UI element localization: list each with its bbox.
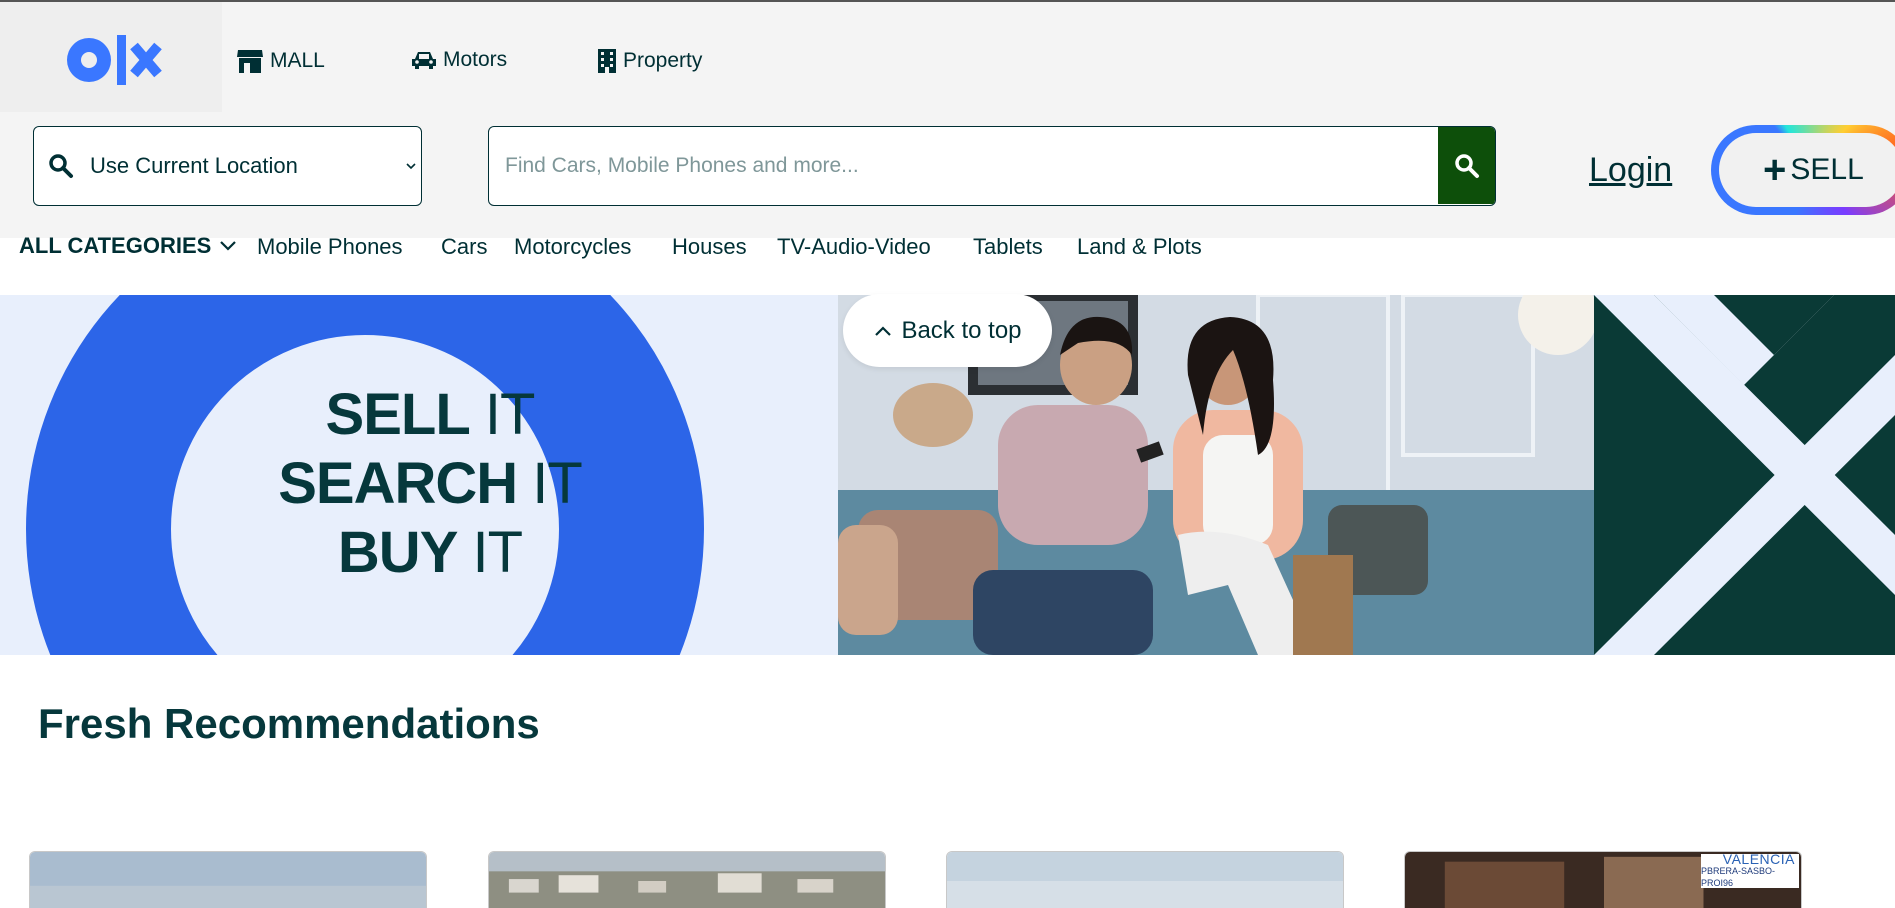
category-mobile-phones[interactable]: Mobile Phones xyxy=(257,234,403,260)
tagline-buy: BUY xyxy=(337,520,458,585)
listing-card[interactable] xyxy=(29,851,427,908)
building-icon xyxy=(598,49,616,73)
watermark-line1: VALENCIA xyxy=(1722,851,1795,867)
search-input[interactable] xyxy=(505,127,1435,204)
category-tv-audio-video[interactable]: TV-Audio-Video xyxy=(777,234,931,260)
category-houses[interactable]: Houses xyxy=(672,234,747,260)
listing-image xyxy=(489,852,885,908)
listing-image xyxy=(947,852,1343,908)
logo-area xyxy=(0,2,222,112)
tagline-search: SEARCH xyxy=(278,451,518,516)
category-cars[interactable]: Cars xyxy=(441,234,487,260)
banner-tagline: SELL IT SEARCH IT BUY IT xyxy=(200,380,660,587)
all-categories-label: ALL CATEGORIES xyxy=(19,233,212,258)
banner-tagline-panel: SELL IT SEARCH IT BUY IT xyxy=(0,295,838,655)
search-icon xyxy=(1454,153,1479,178)
plus-icon: + xyxy=(1763,148,1787,192)
tagline-sell-rest: IT xyxy=(469,382,536,447)
chevron-down-icon xyxy=(406,163,416,170)
page: MALL Motors Property Use Current Locatio… xyxy=(0,0,1895,908)
listing-watermark: VALENCIA PBRERA-SASBO-PROI96 xyxy=(1701,851,1799,888)
location-value: Use Current Location xyxy=(90,153,298,178)
search-icon xyxy=(49,154,73,178)
all-categories-dropdown[interactable]: ALL CATEGORIES xyxy=(19,233,237,259)
category-motorcycles[interactable]: Motorcycles xyxy=(514,234,631,260)
location-select[interactable]: Use Current Location xyxy=(33,126,422,206)
olx-logo[interactable] xyxy=(66,32,162,88)
watermark-line2: PBRERA-SASBO-PROI96 xyxy=(1701,866,1776,888)
nav-property[interactable]: Property xyxy=(597,48,702,74)
sell-button[interactable]: + SELL xyxy=(1711,125,1895,215)
login-link[interactable]: Login xyxy=(1589,151,1672,190)
listing-card[interactable]: VALENCIA PBRERA-SASBO-PROI96 xyxy=(1404,851,1802,908)
search-button[interactable] xyxy=(1438,127,1495,204)
search-bar xyxy=(488,126,1496,206)
nav-mall-label: MALL xyxy=(270,49,325,72)
nav-property-label: Property xyxy=(623,49,703,72)
car-icon xyxy=(412,52,436,69)
category-tablets[interactable]: Tablets xyxy=(973,234,1043,260)
tagline-buy-rest: IT xyxy=(457,520,524,585)
back-to-top-label: Back to top xyxy=(901,316,1022,344)
category-land-plots[interactable]: Land & Plots xyxy=(1077,234,1202,260)
nav-mall[interactable]: MALL xyxy=(236,48,325,74)
section-title: Fresh Recommendations xyxy=(38,700,540,747)
store-icon xyxy=(237,50,263,73)
banner-brand-panel xyxy=(1594,295,1895,655)
listing-card[interactable] xyxy=(488,851,886,908)
sell-button-inner[interactable]: + SELL xyxy=(1719,133,1895,207)
back-to-top-button[interactable]: Back to top xyxy=(843,294,1052,367)
nav-motors[interactable]: Motors xyxy=(411,48,507,72)
x-shape-graphic xyxy=(1594,295,1895,655)
tagline-search-rest: IT xyxy=(517,451,583,516)
sell-label: SELL xyxy=(1790,153,1864,186)
chevron-down-icon xyxy=(220,241,237,251)
chevron-up-icon xyxy=(875,325,892,336)
tagline-sell: SELL xyxy=(325,382,471,447)
listing-image xyxy=(30,852,426,908)
nav-motors-label: Motors xyxy=(443,48,508,71)
listing-card[interactable] xyxy=(946,851,1344,908)
